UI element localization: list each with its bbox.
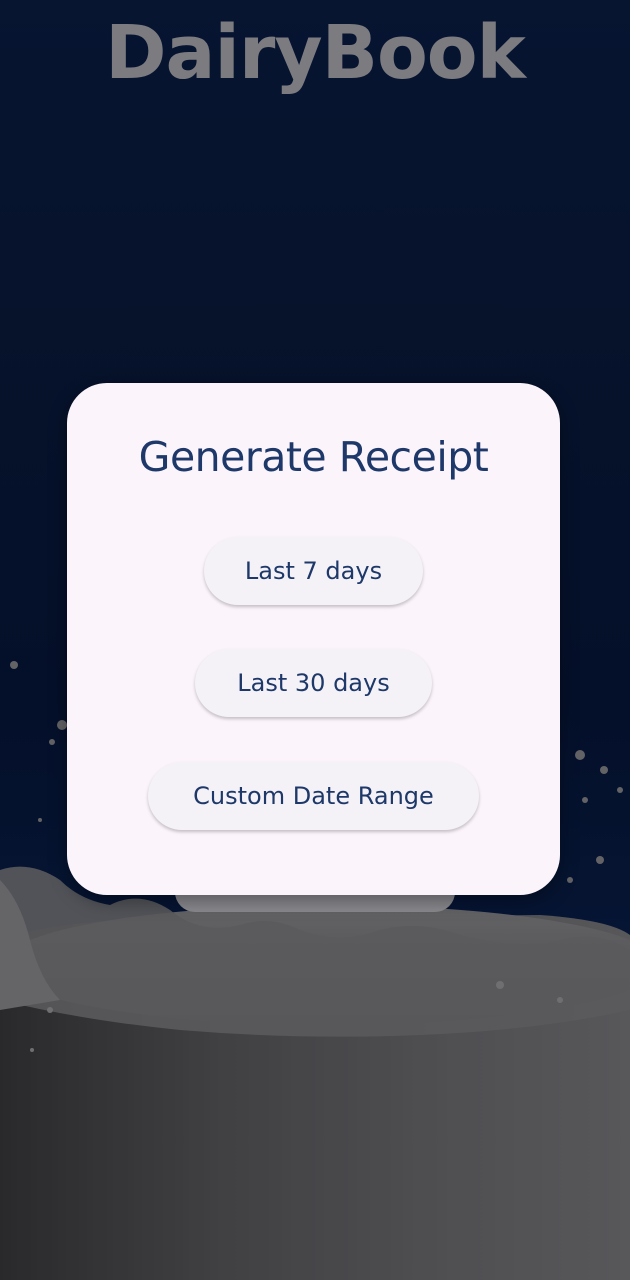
dialog-title: Generate Receipt	[138, 433, 489, 481]
app-title: DairyBook	[105, 10, 526, 96]
custom-date-range-label: Custom Date Range	[193, 782, 434, 810]
last-7-days-button[interactable]: Last 7 days	[204, 537, 423, 605]
generate-receipt-dialog: Generate Receipt Last 7 days Last 30 day…	[67, 383, 560, 895]
screen: DairyBook Generate Receipt Last 7 days L…	[0, 0, 630, 1280]
last-7-days-label: Last 7 days	[244, 557, 383, 585]
last-30-days-button[interactable]: Last 30 days	[195, 649, 432, 717]
custom-date-range-button[interactable]: Custom Date Range	[148, 762, 479, 830]
last-30-days-label: Last 30 days	[237, 669, 390, 697]
